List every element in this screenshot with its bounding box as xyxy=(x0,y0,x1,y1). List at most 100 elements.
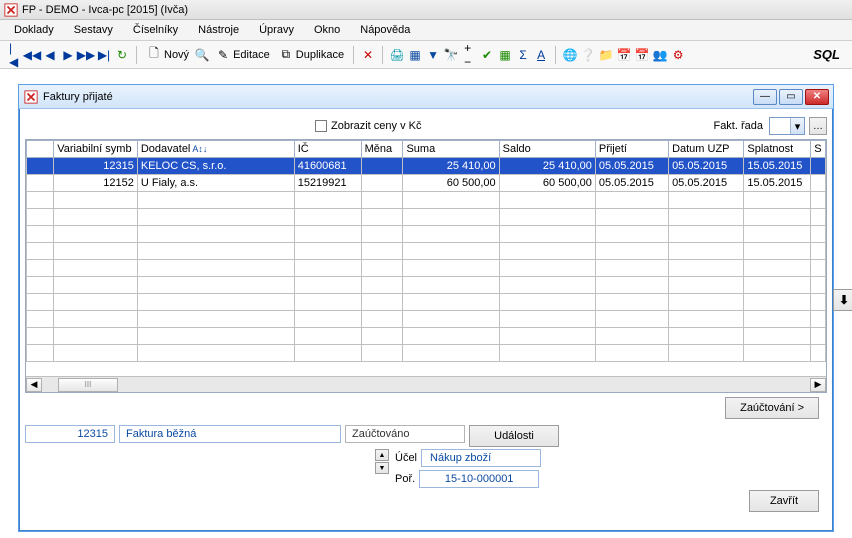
nav-next-page-icon[interactable]: ▶▶ xyxy=(78,47,94,63)
menu-doklady[interactable]: Doklady xyxy=(4,22,64,38)
print-icon[interactable]: 🖨 xyxy=(389,47,405,63)
fakt-rada-lookup-button[interactable]: … xyxy=(809,117,827,135)
sum-icon[interactable]: Σ xyxy=(515,47,531,63)
child-window-faktury: Faktury přijaté — ▭ ✕ Zobrazit ceny v Kč… xyxy=(18,84,834,532)
nav-last-icon[interactable]: ▶| xyxy=(96,47,112,63)
chevron-down-icon[interactable]: ▾ xyxy=(790,118,804,134)
col-uzp[interactable]: Datum UZP xyxy=(669,141,744,158)
nav-next-icon[interactable]: ▶ xyxy=(60,47,76,63)
new-label: Nový xyxy=(164,49,189,61)
sort-indicator-icon: A↕↓ xyxy=(192,144,207,154)
dup-label: Duplikace xyxy=(296,49,344,61)
calendar1-icon[interactable]: 📅 xyxy=(616,47,632,63)
table-row[interactable] xyxy=(27,311,826,328)
table-row[interactable] xyxy=(27,260,826,277)
filter-icon[interactable]: ▼ xyxy=(425,47,441,63)
grid-hscrollbar[interactable]: ◀ III ▶ xyxy=(26,376,826,392)
table-row[interactable] xyxy=(27,243,826,260)
table-row[interactable]: 12152 U Fialy, a.s. 15219921 60 500,00 6… xyxy=(27,175,826,192)
child-window-icon xyxy=(23,89,39,105)
close-button[interactable]: ✕ xyxy=(805,89,829,105)
calendar2-icon[interactable]: 📅 xyxy=(634,47,650,63)
info-type: Faktura běžná xyxy=(119,425,341,443)
col-splatnost[interactable]: Splatnost xyxy=(744,141,811,158)
excel-icon[interactable]: ▦ xyxy=(497,47,513,63)
menu-upravy[interactable]: Úpravy xyxy=(249,22,304,38)
menu-napoveda[interactable]: Nápověda xyxy=(350,22,420,38)
hscroll-thumb[interactable]: III xyxy=(58,378,118,392)
col-prijeti[interactable]: Přijetí xyxy=(595,141,668,158)
maximize-button[interactable]: ▭ xyxy=(779,89,803,105)
nav-first-icon[interactable]: |◀ xyxy=(6,47,22,63)
toolbar-separator xyxy=(353,46,354,64)
page-down-button[interactable]: ⬇ xyxy=(833,289,852,311)
menu-ciselniky[interactable]: Číselníky xyxy=(123,22,188,38)
sql-button[interactable]: SQL xyxy=(813,47,840,62)
minimize-button[interactable]: — xyxy=(753,89,777,105)
app-icon xyxy=(4,3,18,17)
detail-spinner: ▲ ▼ xyxy=(375,449,389,488)
ucel-label: Účel xyxy=(395,452,417,464)
main-toolbar: |◀ ◀◀ ◀ ▶ ▶▶ ▶| ↻ 🗋 Nový 🔍 ✎ Editace ⧉ D… xyxy=(0,41,852,69)
show-prices-label: Zobrazit ceny v Kč xyxy=(331,120,421,132)
info-vs: 12315 xyxy=(25,425,115,443)
add-remove-icon[interactable]: +− xyxy=(461,47,477,63)
table-row[interactable] xyxy=(27,277,826,294)
col-mena[interactable]: Měna xyxy=(361,141,403,158)
users-icon[interactable]: 👥 xyxy=(652,47,668,63)
fakt-rada-combo[interactable]: ▾ xyxy=(769,117,805,135)
table-row[interactable] xyxy=(27,192,826,209)
menu-bar: Doklady Sestavy Číselníky Nástroje Úprav… xyxy=(0,20,852,41)
table-row[interactable] xyxy=(27,345,826,362)
spinner-up-icon[interactable]: ▲ xyxy=(375,449,389,461)
table-row[interactable] xyxy=(27,294,826,311)
col-selector[interactable] xyxy=(27,141,54,158)
search-doc-icon[interactable]: 🔍 xyxy=(194,47,210,63)
new-doc-icon: 🗋 xyxy=(146,47,162,63)
col-s[interactable]: S xyxy=(811,141,826,158)
edit-label: Editace xyxy=(233,49,270,61)
events-button[interactable]: Události xyxy=(469,425,559,447)
menu-okno[interactable]: Okno xyxy=(304,22,350,38)
por-label: Poř. xyxy=(395,473,415,485)
edit-button[interactable]: ✎ Editace xyxy=(212,45,273,65)
col-vs[interactable]: Variabilní symb xyxy=(54,141,138,158)
folder-icon[interactable]: 📁 xyxy=(598,47,614,63)
arrow-down-icon: ⬇ xyxy=(839,293,849,307)
hscroll-left-icon[interactable]: ◀ xyxy=(26,378,42,392)
book-button[interactable]: Zaúčtování > xyxy=(725,397,819,419)
main-title: FP - DEMO - Ivca-pc [2015] (Ivča) xyxy=(22,4,188,16)
binoculars-icon[interactable]: 🔭 xyxy=(443,47,459,63)
table-row[interactable] xyxy=(27,328,826,345)
new-button[interactable]: 🗋 Nový xyxy=(143,45,192,65)
col-ic[interactable]: IČ xyxy=(294,141,361,158)
nav-prev-page-icon[interactable]: ◀◀ xyxy=(24,47,40,63)
save-icon[interactable]: ✔ xyxy=(479,47,495,63)
col-saldo[interactable]: Saldo xyxy=(499,141,595,158)
fakt-rada-label: Fakt. řada xyxy=(711,120,765,132)
hscroll-right-icon[interactable]: ▶ xyxy=(810,378,826,392)
menu-sestavy[interactable]: Sestavy xyxy=(64,22,123,38)
grid-icon[interactable]: ▦ xyxy=(407,47,423,63)
col-suma[interactable]: Suma xyxy=(403,141,499,158)
nav-prev-icon[interactable]: ◀ xyxy=(42,47,58,63)
toolbar-separator xyxy=(555,46,556,64)
table-row[interactable] xyxy=(27,226,826,243)
close-button[interactable]: Zavřít xyxy=(749,490,819,512)
show-prices-checkbox[interactable] xyxy=(315,120,327,132)
toolbar-separator xyxy=(136,46,137,64)
settings-icon[interactable]: ⚙ xyxy=(670,47,686,63)
invoices-grid[interactable]: Variabilní symb DodavatelA↕↓ IČ Měna Sum… xyxy=(25,139,827,393)
delete-icon[interactable]: ✕ xyxy=(360,47,376,63)
refresh-icon[interactable]: ↻ xyxy=(114,47,130,63)
font-icon[interactable]: A xyxy=(533,47,549,63)
spinner-down-icon[interactable]: ▼ xyxy=(375,462,389,474)
duplicate-icon: ⧉ xyxy=(278,47,294,63)
table-row[interactable]: 12315 KELOC CS, s.r.o. 41600681 25 410,0… xyxy=(27,158,826,175)
duplicate-button[interactable]: ⧉ Duplikace xyxy=(275,45,347,65)
col-dodavatel[interactable]: DodavatelA↕↓ xyxy=(137,141,294,158)
help-icon[interactable]: ❔ xyxy=(580,47,596,63)
table-row[interactable] xyxy=(27,209,826,226)
globe-icon[interactable]: 🌐 xyxy=(562,47,578,63)
menu-nastroje[interactable]: Nástroje xyxy=(188,22,249,38)
